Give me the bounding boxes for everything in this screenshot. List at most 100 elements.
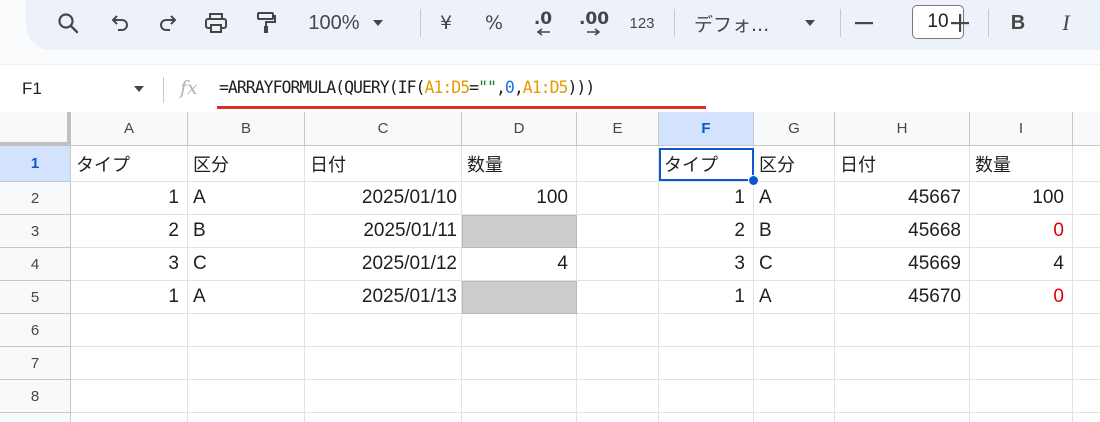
percent-format-button[interactable]: %: [478, 5, 510, 41]
empty-cell[interactable]: [659, 314, 754, 347]
cell-h4[interactable]: 45669: [835, 248, 970, 281]
paint-format-icon[interactable]: [252, 5, 280, 41]
cell-e1[interactable]: [577, 146, 659, 182]
cell-d5-empty[interactable]: [462, 281, 577, 314]
cell-h3[interactable]: 45668: [835, 215, 970, 248]
empty-cell[interactable]: [577, 380, 659, 413]
empty-cell[interactable]: [188, 413, 305, 422]
cell-f1[interactable]: タイプ: [659, 146, 754, 182]
cell-c1[interactable]: 日付: [305, 146, 462, 182]
decrease-font-size-button[interactable]: [848, 5, 880, 41]
column-header-g[interactable]: G: [754, 112, 835, 146]
empty-cell[interactable]: [462, 380, 577, 413]
row-header-7[interactable]: 7: [0, 347, 71, 380]
cell-i5-zero[interactable]: 0: [970, 281, 1073, 314]
cell-e3[interactable]: [577, 215, 659, 248]
cell-b3[interactable]: B: [188, 215, 305, 248]
empty-cell[interactable]: [71, 314, 188, 347]
empty-cell[interactable]: [835, 413, 970, 422]
cell-e4[interactable]: [577, 248, 659, 281]
cell-b4[interactable]: C: [188, 248, 305, 281]
cell-f3[interactable]: 2: [659, 215, 754, 248]
empty-cell[interactable]: [835, 314, 970, 347]
cell-j4[interactable]: [1073, 248, 1100, 281]
column-header-c[interactable]: C: [305, 112, 462, 146]
cell-f2[interactable]: 1: [659, 182, 754, 215]
row-header-3[interactable]: 3: [0, 215, 71, 248]
cell-g3[interactable]: B: [754, 215, 835, 248]
redo-icon[interactable]: [154, 5, 182, 41]
empty-cell[interactable]: [462, 347, 577, 380]
empty-cell[interactable]: [188, 380, 305, 413]
empty-cell[interactable]: [754, 314, 835, 347]
print-icon[interactable]: [202, 5, 230, 41]
cell-j2[interactable]: [1073, 182, 1100, 215]
cell-c4[interactable]: 2025/01/12: [305, 248, 462, 281]
decrease-decimals-button[interactable]: .0: [526, 5, 560, 41]
cell-c5[interactable]: 2025/01/13: [305, 281, 462, 314]
cell-a1[interactable]: タイプ: [71, 146, 188, 182]
cell-i2[interactable]: 100: [970, 182, 1073, 215]
cell-f4[interactable]: 3: [659, 248, 754, 281]
cell-i1[interactable]: 数量: [970, 146, 1073, 182]
zoom-select[interactable]: 100%: [298, 5, 394, 41]
empty-cell[interactable]: [71, 347, 188, 380]
column-header-e[interactable]: E: [577, 112, 659, 146]
empty-cell[interactable]: [754, 380, 835, 413]
empty-cell[interactable]: [835, 347, 970, 380]
empty-cell[interactable]: [71, 380, 188, 413]
cell-a4[interactable]: 3: [71, 248, 188, 281]
cell-h5[interactable]: 45670: [835, 281, 970, 314]
column-header-j[interactable]: [1073, 112, 1100, 146]
empty-cell[interactable]: [754, 347, 835, 380]
column-header-i[interactable]: I: [970, 112, 1073, 146]
empty-cell[interactable]: [577, 314, 659, 347]
cell-j1[interactable]: [1073, 146, 1100, 182]
empty-cell[interactable]: [970, 314, 1073, 347]
cell-a3[interactable]: 2: [71, 215, 188, 248]
row-header-1[interactable]: 1: [0, 146, 71, 182]
empty-cell[interactable]: [754, 413, 835, 422]
empty-cell[interactable]: [305, 314, 462, 347]
cell-e5[interactable]: [577, 281, 659, 314]
empty-cell[interactable]: [970, 347, 1073, 380]
row-header-4[interactable]: 4: [0, 248, 71, 281]
empty-cell[interactable]: [305, 380, 462, 413]
cell-g5[interactable]: A: [754, 281, 835, 314]
currency-format-button[interactable]: ¥: [430, 5, 462, 41]
empty-cell[interactable]: [1073, 314, 1100, 347]
cell-d4[interactable]: 4: [462, 248, 577, 281]
font-select[interactable]: デフォ...: [694, 5, 816, 41]
empty-cell[interactable]: [970, 380, 1073, 413]
cell-b5[interactable]: A: [188, 281, 305, 314]
empty-cell[interactable]: [835, 380, 970, 413]
row-header-6[interactable]: 6: [0, 314, 71, 347]
empty-cell[interactable]: [305, 347, 462, 380]
column-header-f[interactable]: F: [659, 112, 754, 146]
row-header-5[interactable]: 5: [0, 281, 71, 314]
cell-g2[interactable]: A: [754, 182, 835, 215]
column-header-h[interactable]: H: [835, 112, 970, 146]
cell-h1[interactable]: 日付: [835, 146, 970, 182]
empty-cell[interactable]: [462, 413, 577, 422]
bold-button[interactable]: B: [1002, 5, 1034, 41]
select-all-corner[interactable]: [0, 112, 71, 146]
cell-g4[interactable]: C: [754, 248, 835, 281]
empty-cell[interactable]: [577, 347, 659, 380]
fill-handle[interactable]: [748, 175, 759, 186]
cell-b1[interactable]: 区分: [188, 146, 305, 182]
column-header-a[interactable]: A: [71, 112, 188, 146]
cell-b2[interactable]: A: [188, 182, 305, 215]
row-header-9[interactable]: [0, 413, 71, 422]
cell-j5[interactable]: [1073, 281, 1100, 314]
increase-font-size-button[interactable]: [944, 5, 976, 41]
empty-cell[interactable]: [71, 413, 188, 422]
cell-i3-zero[interactable]: 0: [970, 215, 1073, 248]
formula-input[interactable]: =ARRAYFORMULA(QUERY(IF(A1:D5="",0,A1:D5)…: [219, 78, 595, 97]
empty-cell[interactable]: [305, 413, 462, 422]
cell-i4[interactable]: 4: [970, 248, 1073, 281]
cell-g1[interactable]: 区分: [754, 146, 835, 182]
column-header-b[interactable]: B: [188, 112, 305, 146]
empty-cell[interactable]: [1073, 347, 1100, 380]
empty-cell[interactable]: [577, 413, 659, 422]
